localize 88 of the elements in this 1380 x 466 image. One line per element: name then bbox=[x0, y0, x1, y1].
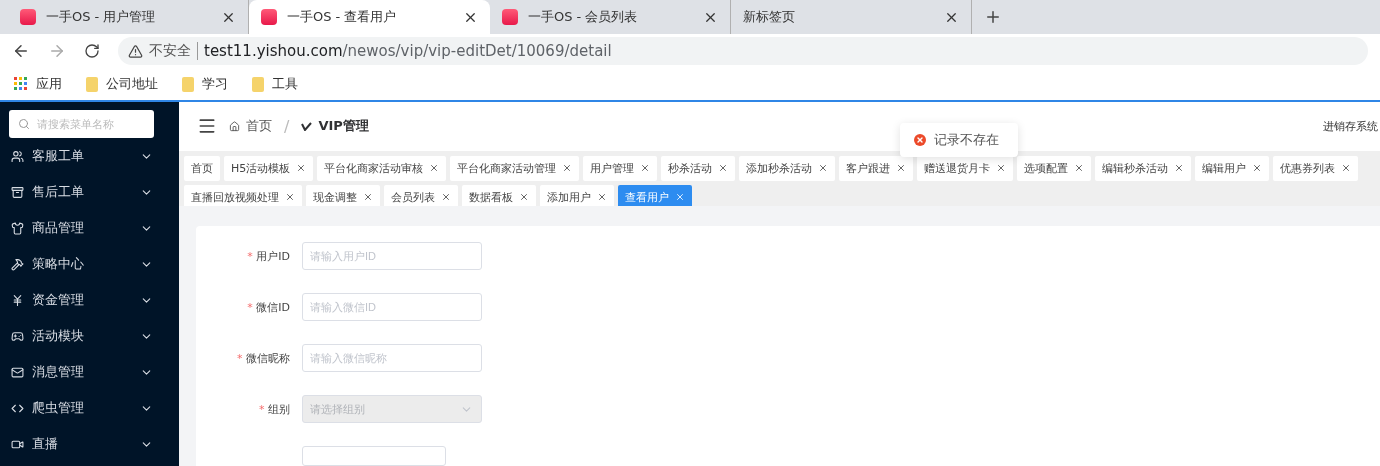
sidebar-menu-item[interactable]: 售后工单 bbox=[0, 174, 179, 210]
page-tab[interactable]: 客户跟进 bbox=[839, 155, 914, 181]
close-icon[interactable] bbox=[818, 163, 829, 174]
folder-icon bbox=[182, 76, 194, 92]
page-tab[interactable]: 平台化商家活动管理 bbox=[450, 155, 580, 181]
gamepad-icon bbox=[11, 329, 24, 343]
close-icon[interactable] bbox=[1252, 163, 1263, 174]
people-icon bbox=[11, 149, 24, 163]
bookmark[interactable]: 工具 bbox=[252, 75, 298, 93]
close-icon[interactable] bbox=[519, 192, 529, 203]
close-icon[interactable] bbox=[896, 163, 907, 174]
tab-title: 一手OS - 用户管理 bbox=[46, 8, 157, 26]
close-icon[interactable] bbox=[1174, 163, 1185, 174]
page-tab[interactable]: 添加秒杀活动 bbox=[739, 155, 836, 181]
breadcrumb-separator: / bbox=[284, 116, 290, 136]
mail-icon bbox=[11, 365, 24, 379]
close-icon[interactable] bbox=[1074, 163, 1085, 174]
tab-title: 一手OS - 查看用户 bbox=[287, 8, 398, 26]
yen-icon bbox=[11, 293, 24, 307]
tab-title: 一手OS - 会员列表 bbox=[528, 8, 639, 26]
url-text: test11.yishou.com/newos/vip/vip-editDet/10069/detail bbox=[204, 42, 612, 60]
breadcrumb-link[interactable]: 首页 bbox=[229, 117, 272, 136]
page-tab[interactable]: 选项配置 bbox=[1017, 155, 1092, 181]
sidebar-menu-item[interactable]: 活动模块 bbox=[0, 318, 179, 354]
close-icon[interactable] bbox=[296, 163, 307, 174]
page-tab[interactable]: 首页 bbox=[184, 155, 220, 181]
close-icon[interactable] bbox=[718, 163, 729, 174]
back-icon[interactable] bbox=[12, 42, 30, 60]
field-label: * 组别 bbox=[258, 401, 290, 417]
security-label: 不安全 bbox=[149, 42, 198, 60]
grid-icon bbox=[14, 77, 28, 91]
tab-title: 新标签页 bbox=[743, 8, 796, 26]
bookmark[interactable]: 应用 bbox=[14, 75, 62, 93]
sidebar-menu-item[interactable]: 资金管理 bbox=[0, 282, 179, 318]
close-icon[interactable] bbox=[562, 163, 573, 174]
folder-icon bbox=[252, 76, 264, 92]
shirt-icon bbox=[11, 221, 24, 235]
archive-icon bbox=[11, 185, 24, 199]
bookmark[interactable]: 公司地址 bbox=[86, 75, 158, 93]
page-tab[interactable]: 会员列表 bbox=[384, 184, 458, 206]
input-field[interactable] bbox=[302, 446, 446, 466]
close-icon[interactable] bbox=[441, 192, 451, 203]
app-logo-icon bbox=[502, 9, 518, 25]
sidebar-menu-item[interactable]: 策略中心 bbox=[0, 246, 179, 282]
toast-message: 记录不存在 bbox=[934, 131, 999, 149]
page-tab[interactable]: 编辑用户 bbox=[1195, 155, 1270, 181]
home-icon bbox=[229, 120, 240, 132]
page-tab[interactable]: 编辑秒杀活动 bbox=[1095, 155, 1192, 181]
sidebar-menu-item[interactable]: 客服工单 bbox=[0, 138, 179, 174]
close-icon[interactable] bbox=[363, 192, 373, 203]
field-label: * 微信ID bbox=[246, 299, 290, 315]
breadcrumb-link[interactable]: VIP管理 bbox=[301, 117, 369, 136]
page-tab[interactable]: H5活动模板 bbox=[224, 155, 314, 181]
close-icon[interactable] bbox=[285, 192, 295, 203]
sidebar-menu-item[interactable]: 消息管理 bbox=[0, 354, 179, 390]
sidebar-menu-item[interactable]: 爬虫管理 bbox=[0, 390, 179, 426]
error-icon bbox=[914, 134, 926, 146]
app-logo-icon bbox=[261, 9, 277, 25]
address-bar[interactable]: 不安全 test11.yishou.com/newos/vip/vip-editDet/10069/detail bbox=[118, 37, 1368, 65]
page-tab[interactable]: 直播回放视频处理 bbox=[184, 184, 302, 206]
page-tab[interactable]: 现金调整 bbox=[306, 184, 380, 206]
close-icon[interactable] bbox=[1341, 163, 1352, 174]
sidebar-menu-item[interactable]: 直播 bbox=[0, 426, 179, 462]
hammer-icon bbox=[11, 257, 24, 271]
bookmark[interactable]: 学习 bbox=[182, 75, 228, 93]
page-tab[interactable]: 用户管理 bbox=[583, 155, 658, 181]
close-icon[interactable] bbox=[640, 163, 651, 174]
search-icon bbox=[18, 118, 30, 130]
system-link[interactable]: 进销存系统 bbox=[1323, 118, 1380, 134]
new-tab-icon[interactable] bbox=[984, 8, 1002, 26]
page-tab[interactable]: 添加用户 bbox=[540, 184, 614, 206]
folder-icon bbox=[86, 76, 98, 92]
close-icon[interactable] bbox=[597, 192, 607, 203]
field-label: * 用户ID bbox=[246, 248, 290, 264]
page-tab[interactable]: 优惠券列表 bbox=[1273, 155, 1359, 181]
warning-icon bbox=[128, 43, 143, 59]
page-tab[interactable]: 赠送退货月卡 bbox=[917, 155, 1014, 181]
page-tab[interactable]: 数据看板 bbox=[462, 184, 536, 206]
app-logo-icon bbox=[20, 9, 36, 25]
page-tab[interactable]: 平台化商家活动审核 bbox=[317, 155, 447, 181]
field-label: * 微信昵称 bbox=[236, 350, 290, 366]
browser-tab[interactable]: 一手OS - 查看用户 bbox=[249, 0, 490, 34]
close-icon[interactable] bbox=[996, 163, 1007, 174]
menu-search-field[interactable]: 请搜索菜单名称 bbox=[9, 110, 154, 138]
close-icon[interactable] bbox=[429, 163, 440, 174]
page-tab[interactable]: 秒杀活动 bbox=[661, 155, 736, 181]
reload-icon[interactable] bbox=[84, 43, 100, 59]
sidebar-menu-item[interactable]: 商品管理 bbox=[0, 210, 179, 246]
